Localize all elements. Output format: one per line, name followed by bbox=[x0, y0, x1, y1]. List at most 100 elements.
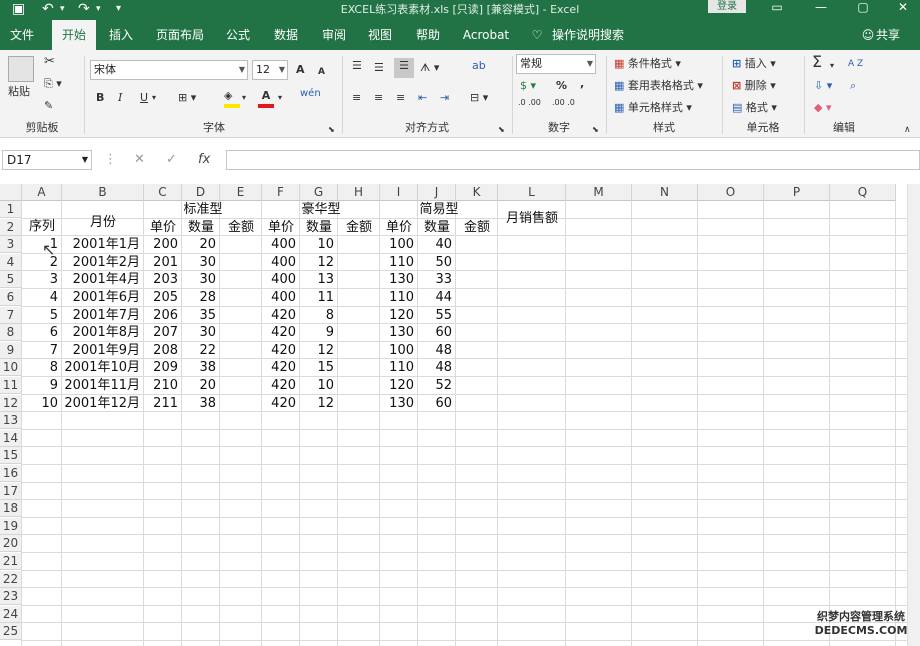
cell-data[interactable]: 2001年6月 bbox=[62, 289, 144, 306]
row-header-1[interactable]: 1 bbox=[0, 201, 22, 218]
insert-cells-button[interactable]: ⊞ 插入 ▾ bbox=[732, 56, 776, 72]
cell-amount-header[interactable]: 金额 bbox=[220, 219, 262, 236]
cell-data[interactable]: 12 bbox=[300, 254, 338, 271]
cell-data[interactable]: 110 bbox=[380, 289, 418, 306]
chevron-down-icon[interactable]: ▾ bbox=[152, 90, 156, 106]
cell-data[interactable]: 52 bbox=[418, 377, 456, 394]
cell-data[interactable]: 210 bbox=[144, 377, 182, 394]
tab-file[interactable]: 文件 bbox=[0, 20, 44, 50]
row-header-6[interactable]: 6 bbox=[0, 289, 22, 306]
cell-data[interactable]: 420 bbox=[262, 359, 300, 376]
alignment-dialog-launcher-icon[interactable]: ⬊ bbox=[498, 122, 505, 138]
cell-data[interactable]: 8 bbox=[300, 307, 338, 324]
tab-help[interactable]: 帮助 bbox=[408, 20, 448, 50]
close-icon[interactable]: ✕ bbox=[888, 0, 918, 14]
column-header-d[interactable]: D bbox=[182, 184, 220, 201]
increase-indent-icon[interactable]: ⇥ bbox=[440, 90, 449, 106]
row-header-8[interactable]: 8 bbox=[0, 324, 22, 342]
cell-data[interactable]: 50 bbox=[418, 254, 456, 271]
cell-data[interactable]: 38 bbox=[182, 359, 220, 376]
cell-data[interactable]: 100 bbox=[380, 342, 418, 359]
cell-data[interactable]: 201 bbox=[144, 254, 182, 271]
cell-data[interactable]: 7 bbox=[22, 342, 62, 359]
decrease-decimal-button[interactable]: .00 .0 bbox=[552, 98, 582, 107]
cell-data[interactable]: 22 bbox=[182, 342, 220, 359]
collapse-ribbon-icon[interactable]: ∧ bbox=[904, 122, 911, 138]
row-header-15[interactable]: 15 bbox=[0, 447, 22, 465]
cell-data[interactable]: 6 bbox=[22, 324, 62, 341]
cell-data[interactable]: 420 bbox=[262, 324, 300, 341]
cell-data[interactable]: 40 bbox=[418, 236, 456, 253]
cell-data[interactable]: 2001年4月 bbox=[62, 271, 144, 288]
fill-color-icon[interactable]: ◈ bbox=[224, 88, 240, 108]
cell-simple-header[interactable]: 简易型 bbox=[380, 201, 498, 218]
currency-format-icon[interactable]: $ ▾ bbox=[520, 78, 536, 94]
cell-data[interactable]: 130 bbox=[380, 395, 418, 412]
font-name-select[interactable]: 宋体 ▼ bbox=[90, 60, 248, 80]
cell-data[interactable]: 10 bbox=[300, 377, 338, 394]
column-header-b[interactable]: B bbox=[62, 184, 144, 201]
row-header-12[interactable]: 12 bbox=[0, 394, 22, 412]
cell-quantity-header[interactable]: 数量 bbox=[418, 219, 456, 236]
column-header-g[interactable]: G bbox=[300, 184, 338, 201]
chevron-down-icon[interactable]: ▾ bbox=[830, 58, 834, 74]
column-header-a[interactable]: A bbox=[22, 184, 62, 201]
delete-cells-button[interactable]: ⊠ 删除 ▾ bbox=[732, 78, 776, 94]
shrink-font-icon[interactable]: A bbox=[318, 64, 325, 80]
cell-data[interactable]: 420 bbox=[262, 307, 300, 324]
tab-data[interactable]: 数据 bbox=[266, 20, 306, 50]
column-header-h[interactable]: H bbox=[338, 184, 380, 201]
cell-data[interactable]: 4 bbox=[22, 289, 62, 306]
column-header-p[interactable]: P bbox=[764, 184, 830, 201]
enter-icon[interactable]: ✓ bbox=[166, 152, 177, 167]
name-box[interactable]: D17 ▼ bbox=[2, 150, 92, 170]
cell-data[interactable]: 9 bbox=[22, 377, 62, 394]
formula-input[interactable] bbox=[226, 150, 920, 170]
row-header-5[interactable]: 5 bbox=[0, 271, 22, 289]
cell-data[interactable]: 206 bbox=[144, 307, 182, 324]
row-header-7[interactable]: 7 bbox=[0, 306, 22, 324]
comma-style-button[interactable]: , bbox=[580, 76, 584, 92]
fill-icon[interactable]: ⇩ ▾ bbox=[814, 78, 832, 94]
tab-insert[interactable]: 插入 bbox=[100, 20, 142, 50]
row-header-16[interactable]: 16 bbox=[0, 465, 22, 482]
cell-data[interactable]: 120 bbox=[380, 307, 418, 324]
number-format-select[interactable]: 常规 ▼ bbox=[516, 54, 596, 74]
align-left-icon[interactable]: ≡ bbox=[352, 90, 361, 106]
column-header-o[interactable]: O bbox=[698, 184, 764, 201]
cell-data[interactable]: 9 bbox=[300, 324, 338, 341]
worksheet-grid[interactable]: A B C D E F G H I J K L M N O P Q 1 2 3 4 5 6 7 8 9 10 11 12 13 14 15 16… bbox=[0, 184, 920, 646]
cell-data[interactable]: 130 bbox=[380, 324, 418, 341]
cell-monthly-sales-header[interactable]: 月销售额 bbox=[498, 210, 566, 227]
paste-button[interactable]: 粘贴 bbox=[8, 84, 30, 100]
chevron-down-icon[interactable]: ▾ bbox=[278, 90, 282, 106]
cell-data[interactable]: 400 bbox=[262, 254, 300, 271]
maximize-icon[interactable]: ▢ bbox=[848, 0, 878, 14]
row-header-3[interactable]: 3 bbox=[0, 236, 22, 254]
cell-amount-header[interactable]: 金额 bbox=[456, 219, 498, 236]
font-size-select[interactable]: 12 ▼ bbox=[252, 60, 288, 80]
cut-icon[interactable]: ✂ bbox=[44, 54, 55, 70]
cell-data[interactable]: 3 bbox=[22, 271, 62, 288]
cell-data[interactable]: 28 bbox=[182, 289, 220, 306]
bold-button[interactable]: B bbox=[96, 90, 104, 106]
cell-data[interactable]: 10 bbox=[300, 236, 338, 253]
tab-view[interactable]: 视图 bbox=[360, 20, 400, 50]
find-select-icon[interactable]: ⌕ bbox=[850, 78, 856, 94]
cell-data[interactable]: 60 bbox=[418, 395, 456, 412]
redo-icon[interactable]: ↷ bbox=[78, 1, 90, 17]
cell-deluxe-header[interactable]: 豪华型 bbox=[262, 201, 380, 218]
format-as-table-button[interactable]: ▦ 套用表格格式 ▾ bbox=[614, 78, 703, 94]
cell-data[interactable]: 2001年8月 bbox=[62, 324, 144, 341]
cell-data[interactable]: 5 bbox=[22, 307, 62, 324]
cell-data[interactable]: 420 bbox=[262, 395, 300, 412]
clear-icon[interactable]: ◆ ▾ bbox=[814, 100, 831, 116]
cell-data[interactable]: 12 bbox=[300, 342, 338, 359]
row-header-2[interactable]: 2 bbox=[0, 218, 22, 236]
number-dialog-launcher-icon[interactable]: ⬊ bbox=[592, 122, 599, 138]
cell-data[interactable]: 2001年1月 bbox=[62, 236, 144, 253]
redo-dropdown-icon[interactable]: ▾ bbox=[96, 1, 101, 17]
cell-data[interactable]: 400 bbox=[262, 289, 300, 306]
cell-data[interactable]: 2001年10月 bbox=[62, 359, 144, 376]
cell-data[interactable]: 12 bbox=[300, 395, 338, 412]
